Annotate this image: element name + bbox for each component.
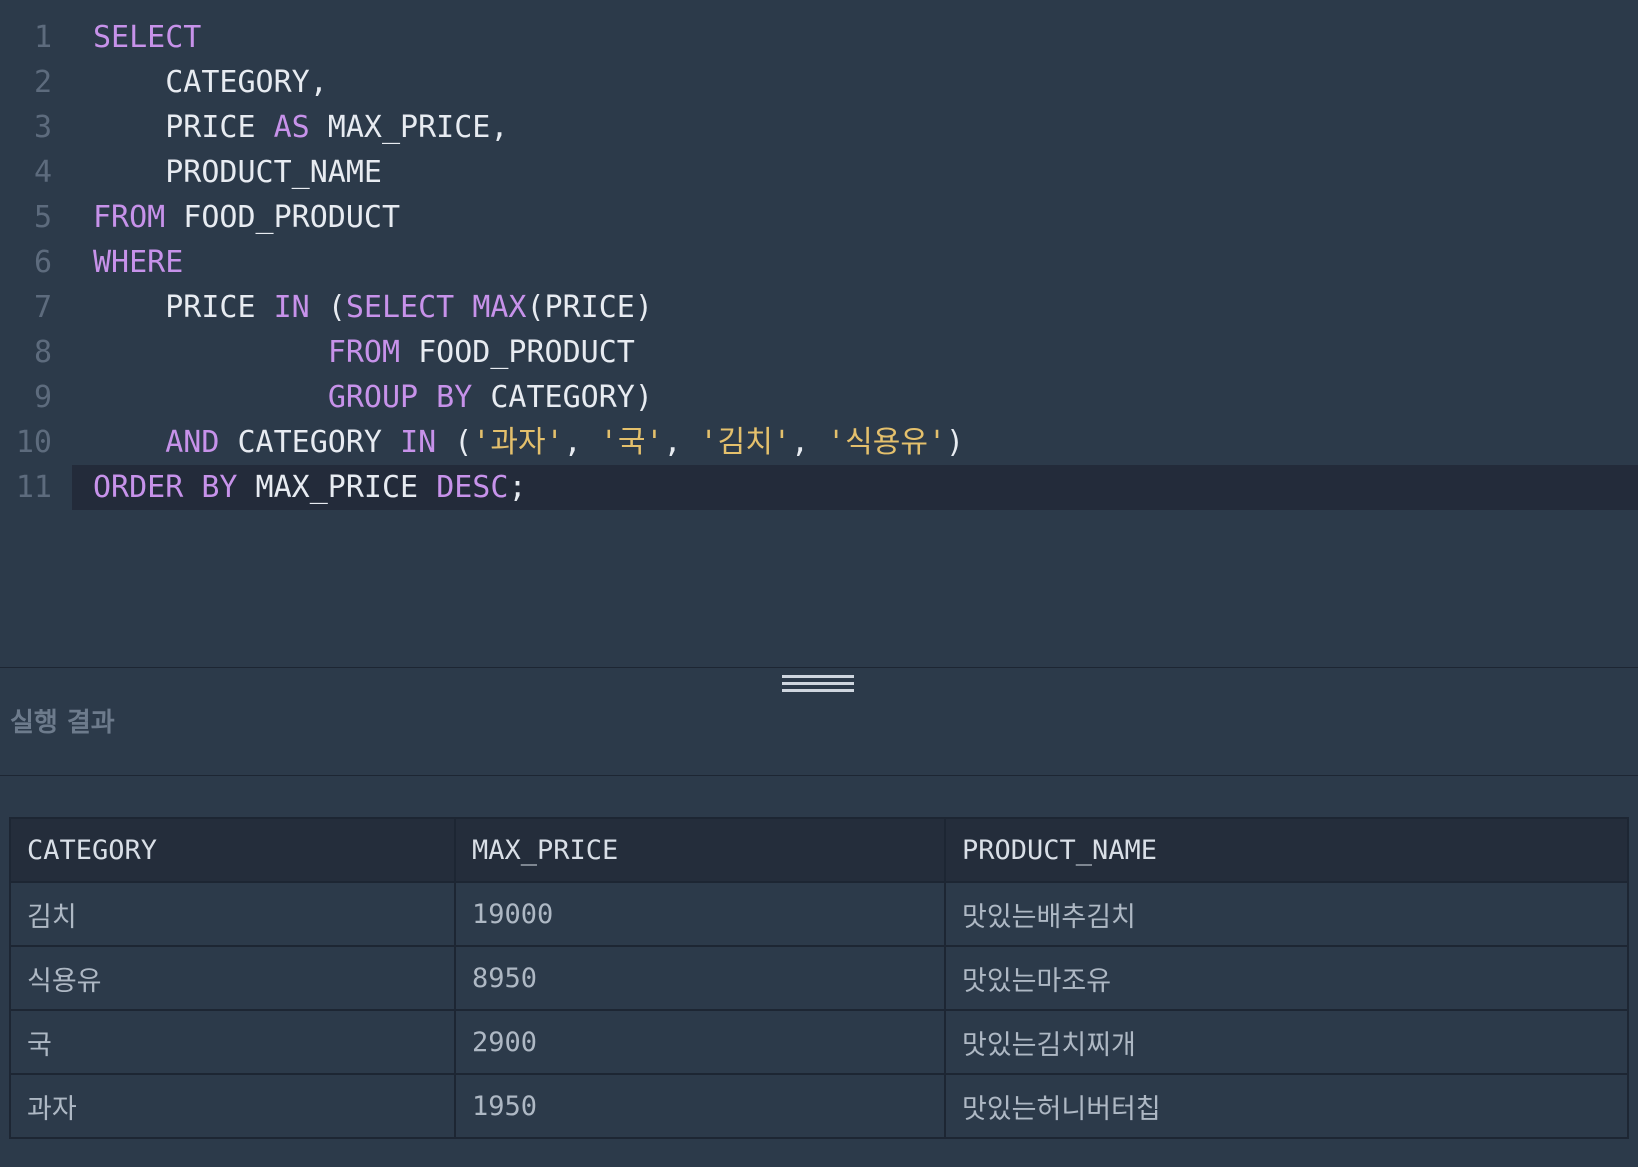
line-number: 8 [33,335,52,370]
cell-max-price: 1950 [454,1073,946,1139]
sql-keyword: FROM [327,335,401,370]
line-code: ORDER BY MAX_PRICE DESC; [93,465,527,510]
code-line[interactable]: 2 CATEGORY, [0,60,1638,105]
result-panel: CATEGORY MAX_PRICE PRODUCT_NAME 김치 19000… [0,776,1638,1167]
resize-handle-icon[interactable] [782,675,854,697]
result-table: CATEGORY MAX_PRICE PRODUCT_NAME 김치 19000… [9,817,1629,1139]
cell-max-price: 2900 [454,1009,946,1075]
line-number: 3 [33,110,52,145]
sql-text: ) [946,425,965,460]
line-code: PRICE AS MAX_PRICE, [93,105,508,150]
cell-product-name: 맛있는배추김치 [944,881,1629,947]
line-number: 4 [33,155,52,190]
line-code: AND CATEGORY IN ('과자', '국', '김치', '식용유') [93,420,964,465]
cell-max-price: 19000 [454,881,946,947]
sql-string: '국' [599,425,664,460]
line-number: 5 [33,200,52,235]
line-code: FROM FOOD_PRODUCT [93,330,635,375]
sql-keyword: SELECT [93,20,202,55]
sql-text: CATEGORY) [472,380,653,415]
line-code: CATEGORY, [93,60,328,105]
line-number: 10 [15,425,52,460]
panel-splitter: 실행 결과 [0,667,1638,776]
sql-text: ( [309,290,346,325]
table-row: 식용유 8950 맛있는마조유 [9,945,1629,1011]
code-line[interactable]: 5 FROM FOOD_PRODUCT [0,195,1638,240]
table-row: 과자 1950 맛있는허니버터칩 [9,1073,1629,1139]
code-line[interactable]: 4 PRODUCT_NAME [0,150,1638,195]
sql-string: '식용유' [827,425,947,460]
result-panel-title: 실행 결과 [10,708,115,738]
cell-category: 식용유 [9,945,456,1011]
code-line[interactable]: 1 SELECT [0,15,1638,60]
sql-keyword: IN [400,425,437,460]
sql-keyword: SELECT [345,290,455,325]
code-line[interactable]: 11 ORDER BY MAX_PRICE DESC; [0,465,1638,510]
line-number: 2 [33,65,52,100]
table-row: 국 2900 맛있는김치찌개 [9,1009,1629,1075]
sql-keyword: AS [273,110,310,145]
line-code: PRODUCT_NAME [93,150,382,195]
line-code: PRICE IN (SELECT MAX(PRICE) [93,285,653,330]
sql-keyword: WHERE [93,245,184,280]
line-number: 7 [33,290,52,325]
sql-text: , [563,425,600,460]
sql-keyword: GROUP BY [327,380,473,415]
sql-text: MAX_PRICE, [309,110,509,145]
sql-text: PRODUCT_NAME [93,155,382,190]
table-row: 김치 19000 맛있는배추김치 [9,881,1629,947]
sql-text: , [663,425,700,460]
line-number: 6 [33,245,52,280]
sql-text: (PRICE) [526,290,653,325]
sql-keyword: ORDER BY [93,470,238,505]
cell-category: 과자 [9,1073,456,1139]
sql-keyword: AND [165,425,220,460]
sql-text: CATEGORY [219,425,401,460]
sql-text: ; [508,470,527,505]
line-number: 1 [33,20,52,55]
column-header-product-name: PRODUCT_NAME [944,817,1629,883]
sql-keyword: DESC [436,470,509,505]
cell-category: 김치 [9,881,456,947]
sql-keyword: IN [273,290,310,325]
line-code: FROM FOOD_PRODUCT [93,195,400,240]
code-line[interactable]: 3 PRICE AS MAX_PRICE, [0,105,1638,150]
sql-text: MAX_PRICE [237,470,437,505]
sql-text: FOOD_PRODUCT [165,200,401,235]
cell-product-name: 맛있는허니버터칩 [944,1073,1629,1139]
cell-max-price: 8950 [454,945,946,1011]
table-header-row: CATEGORY MAX_PRICE PRODUCT_NAME [9,817,1629,883]
sql-string: '김치' [699,425,791,460]
line-code: GROUP BY CATEGORY) [93,375,653,420]
sql-text: ( [436,425,473,460]
code-line[interactable]: 7 PRICE IN (SELECT MAX(PRICE) [0,285,1638,330]
code-line[interactable]: 10 AND CATEGORY IN ('과자', '국', '김치', '식용… [0,420,1638,465]
sql-text: , [790,425,828,460]
code-editor[interactable]: 1 SELECT 2 CATEGORY, 3 PRICE AS MAX_PRICE, 4… [0,0,1638,667]
code-line[interactable]: 9 GROUP BY CATEGORY) [0,375,1638,420]
sql-keyword: FROM [93,200,166,235]
cell-category: 국 [9,1009,456,1075]
sql-keyword: MAX [472,290,527,325]
line-number: 9 [33,380,52,415]
sql-string: '과자' [472,425,564,460]
code-line[interactable]: 8 FROM FOOD_PRODUCT [0,330,1638,375]
column-header-category: CATEGORY [9,817,456,883]
line-number: 11 [15,470,52,505]
cell-product-name: 맛있는마조유 [944,945,1629,1011]
cell-product-name: 맛있는김치찌개 [944,1009,1629,1075]
sql-text: FOOD_PRODUCT [400,335,635,370]
line-code: WHERE [93,240,183,285]
column-header-max-price: MAX_PRICE [454,817,946,883]
sql-text: PRICE [93,110,274,145]
line-code: SELECT [93,15,201,60]
code-line[interactable]: 6 WHERE [0,240,1638,285]
sql-text: PRICE [93,290,274,325]
sql-text: CATEGORY, [93,65,328,100]
